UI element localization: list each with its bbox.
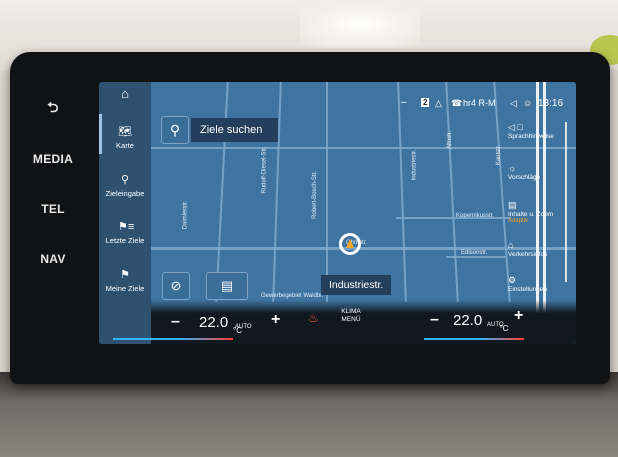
option-label: Vorschläge [508,174,541,181]
nav-button[interactable]: NAV [18,252,88,266]
option-label: Verkehrsinfos [508,251,548,258]
gear-icon: ⚙ [508,275,517,285]
right-temperature: 22.0 [453,312,483,329]
rti-icon: ⌂ [508,240,514,250]
left-temp-up-button[interactable]: + [271,311,280,329]
street-label: Kopernikusstr. [456,213,495,219]
current-street-label: Industriestr. [321,275,392,295]
menu-item-meine-ziele[interactable]: ⚑ Meine Ziele [99,269,151,293]
climate-menu-button[interactable]: KLIMA MENÜ [331,308,371,324]
home-icon: ⌂ [121,86,129,101]
flag-list-icon: ⚑≡ [118,221,135,233]
climate-menu-label: KLIMA [341,308,361,315]
back-arrow-icon: ⮌ [47,99,59,115]
map-icon: 🗺︎ [118,126,132,138]
search-icon: ⚲ [120,174,130,186]
flag-icon: ⚑ [120,269,130,281]
search-icon: ⚲ [169,122,181,138]
street-label: Altostr. [447,130,454,150]
left-mode: AUTO [235,324,252,330]
street-label: Robert-Bosch-Str. [311,171,318,219]
back-button[interactable]: ⮌ [18,97,88,121]
right-temp-indicator [424,338,524,340]
left-temp-down-button[interactable]: – [171,313,180,331]
street-label: Industriestr. [411,149,418,181]
left-temperature: 22.0 [199,314,229,331]
seat-heating-icon[interactable]: ♨ [308,311,319,325]
map-view-icon: ▤ [220,278,234,293]
radio-station: hr4 R-M [463,98,496,108]
option-sublabel: Adaptiv [508,218,529,224]
street-label: Daimlerstr. [182,200,189,230]
map-options-panel: ◁ □ Sprachhinweise ☼ Vorschläge ▤ Inhalt… [508,110,568,330]
option-label: Einstellungen [508,286,548,293]
menu-item-karte[interactable]: 🗺︎ Karte [99,126,151,150]
street-label: Rudolf-Diesel-Str. [261,146,268,194]
notification-badge: 2 [421,98,430,107]
right-mode: AUTO [487,322,504,328]
panel-scrollbar[interactable] [565,122,567,282]
menu-item-letzte-ziele[interactable]: ⚑≡ Letzte Ziele [99,221,151,245]
media-button[interactable]: MEDIA [18,152,88,166]
option-vorschlaege[interactable]: ☼ Vorschläge [508,163,568,181]
right-temp-down-button[interactable]: – [430,311,439,329]
compass-off-icon: ⊘ [170,278,182,293]
infotainment-screen: Daimlerstr. Rudolf-Diesel-Str. Robert-Bo… [99,82,576,344]
lightbulb-icon: ☼ [508,163,517,173]
dashboard-lower [0,372,618,457]
map-view-button[interactable]: ▤ [206,272,248,300]
option-label: Inhalte u. Zoom [508,211,554,218]
street-label: Gewerbegebiet Waldbr. [261,293,324,299]
menu-item-label: Letzte Ziele [105,236,145,245]
volume-icon: ◁ [510,98,517,108]
right-temp-up-button[interactable]: + [514,307,523,325]
menu-item-label: Meine Ziele [105,284,145,293]
user-icon: ☺ [523,98,533,108]
vehicle-position-icon [339,233,361,255]
street-label: Edisonstr. [461,250,488,256]
nav-side-menu: ⌂ 🗺︎ Karte ⚲ Zieleingabe ⚑≡ Letzte Ziele… [99,82,151,344]
minus-icon: – [401,97,407,108]
layers-icon: ▤ [508,200,517,210]
climate-menu-label: MENÜ [341,316,361,323]
option-einstellungen[interactable]: ⚙ Einstellungen [508,275,568,293]
left-temp-indicator [113,338,233,340]
tel-button[interactable]: TEL [18,202,88,216]
map-orientation-button[interactable]: ⊘ [162,272,190,300]
home-button[interactable]: ⌂ [99,86,151,103]
option-inhalte-zoom[interactable]: ▤ Inhalte u. Zoom Adaptiv [508,200,568,224]
phone-icon: ☎ [451,98,463,108]
search-destination-field[interactable]: Ziele suchen [191,118,278,142]
background-window [300,0,420,48]
speaker-icon: ◁ □ [508,122,523,132]
menu-item-label: Zieleingabe [105,189,145,198]
clock: 13:16 [538,98,564,109]
menu-item-label: Karte [116,141,134,150]
search-button[interactable]: ⚲ [161,116,189,144]
menu-item-zieleingabe[interactable]: ⚲ Zieleingabe [99,174,151,198]
connectivity-icon: △ [435,98,442,108]
street-label: Kantstr. [496,144,503,166]
option-verkehrsinfos[interactable]: ⌂ Verkehrsinfos [508,240,568,258]
option-sprachhinweise[interactable]: ◁ □ Sprachhinweise [508,122,568,140]
option-label: Sprachhinweise [508,133,554,140]
